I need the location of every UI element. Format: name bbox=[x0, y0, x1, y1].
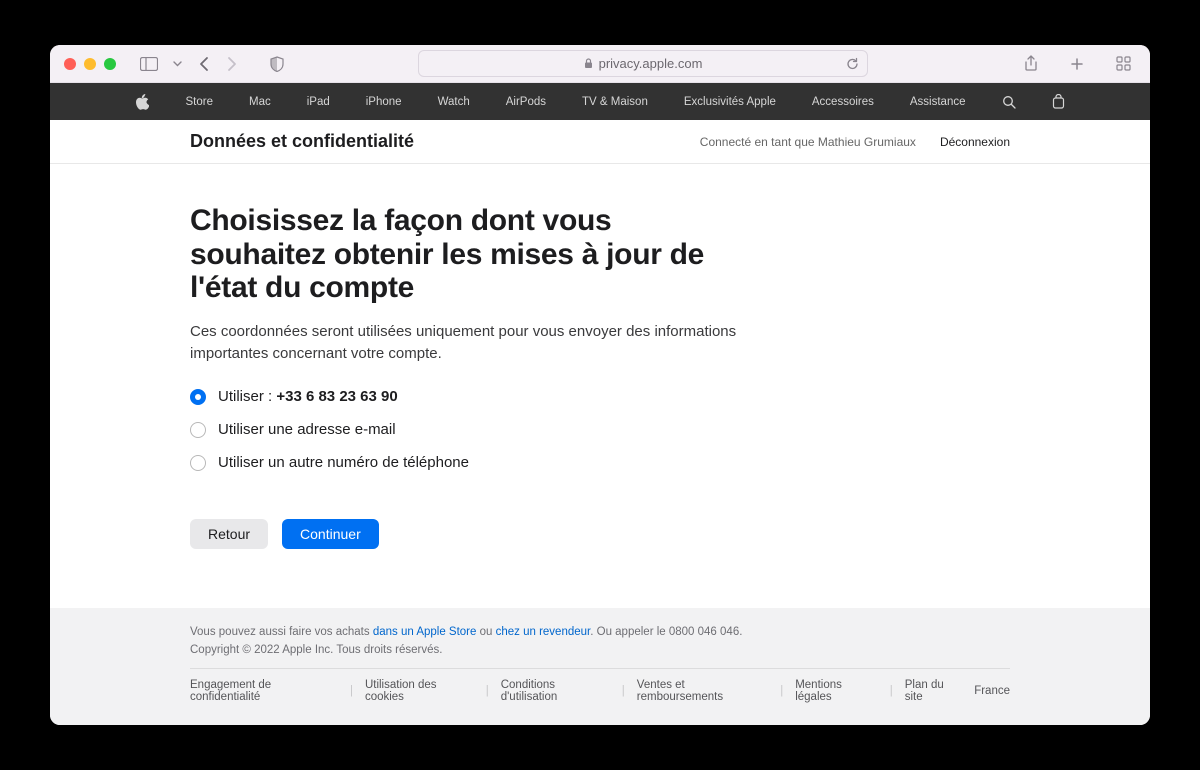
url-text: privacy.apple.com bbox=[599, 56, 703, 71]
radio-label: Utiliser : +33 6 83 23 63 90 bbox=[218, 388, 398, 405]
footer-copyright: Copyright © 2022 Apple Inc. Tous droits … bbox=[190, 644, 1010, 656]
back-button[interactable] bbox=[198, 56, 209, 72]
bag-icon[interactable] bbox=[1052, 94, 1065, 109]
window-controls bbox=[64, 58, 116, 70]
close-window-button[interactable] bbox=[64, 58, 76, 70]
footer-link-legal[interactable]: Mentions légales bbox=[795, 679, 878, 703]
nav-exclusives[interactable]: Exclusivités Apple bbox=[684, 96, 776, 108]
lock-icon bbox=[584, 58, 593, 69]
option-use-phone[interactable]: Utiliser : +33 6 83 23 63 90 bbox=[190, 388, 1010, 405]
main-subtext: Ces coordonnées seront utilisées uniquem… bbox=[190, 321, 750, 365]
local-header: Données et confidentialité Connecté en t… bbox=[50, 120, 1150, 164]
footer-link-sitemap[interactable]: Plan du site bbox=[905, 679, 962, 703]
nav-store[interactable]: Store bbox=[185, 96, 213, 108]
chevron-down-icon[interactable] bbox=[170, 53, 184, 75]
nav-support[interactable]: Assistance bbox=[910, 96, 966, 108]
tab-overview-icon[interactable] bbox=[1110, 53, 1136, 75]
main-content: Choisissez la façon dont vous souhaitez … bbox=[190, 164, 1010, 608]
search-icon[interactable] bbox=[1002, 95, 1016, 109]
footer-link-apple-store[interactable]: dans un Apple Store bbox=[373, 626, 477, 638]
option-use-email[interactable]: Utiliser une adresse e-mail bbox=[190, 421, 1010, 438]
footer-link-sales[interactable]: Ventes et remboursements bbox=[637, 679, 768, 703]
browser-window: privacy.apple.com Store Mac iPad bbox=[50, 45, 1150, 725]
radio-indicator bbox=[190, 422, 206, 438]
forward-button[interactable] bbox=[227, 56, 238, 72]
signout-link[interactable]: Déconnexion bbox=[940, 135, 1010, 149]
footer-shop-line: Vous pouvez aussi faire vos achats dans … bbox=[190, 626, 1010, 638]
privacy-shield-icon[interactable] bbox=[264, 53, 290, 75]
option-use-other-phone[interactable]: Utiliser un autre numéro de téléphone bbox=[190, 454, 1010, 471]
back-button-page[interactable]: Retour bbox=[190, 519, 268, 549]
minimize-window-button[interactable] bbox=[84, 58, 96, 70]
footer-link-terms[interactable]: Conditions d'utilisation bbox=[501, 679, 610, 703]
address-bar[interactable]: privacy.apple.com bbox=[418, 50, 868, 77]
share-icon[interactable] bbox=[1018, 53, 1044, 75]
nav-airpods[interactable]: AirPods bbox=[506, 96, 546, 108]
apple-logo-icon[interactable] bbox=[135, 94, 149, 110]
button-row: Retour Continuer bbox=[190, 519, 1010, 549]
footer-link-cookies[interactable]: Utilisation des cookies bbox=[365, 679, 474, 703]
continue-button[interactable]: Continuer bbox=[282, 519, 379, 549]
footer-link-reseller[interactable]: chez un revendeur bbox=[496, 626, 591, 638]
radio-label: Utiliser une adresse e-mail bbox=[218, 421, 396, 438]
sidebar-toggle-icon[interactable] bbox=[136, 53, 162, 75]
nav-accessories[interactable]: Accessoires bbox=[812, 96, 874, 108]
nav-iphone[interactable]: iPhone bbox=[366, 96, 402, 108]
radio-label: Utiliser un autre numéro de téléphone bbox=[218, 454, 469, 471]
apple-global-nav: Store Mac iPad iPhone Watch AirPods TV &… bbox=[50, 83, 1150, 120]
footer-link-privacy[interactable]: Engagement de confidentialité bbox=[190, 679, 338, 703]
connected-as-text: Connecté en tant que Mathieu Grumiaux bbox=[700, 135, 916, 149]
page-footer: Vous pouvez aussi faire vos achats dans … bbox=[50, 608, 1150, 725]
contact-options: Utiliser : +33 6 83 23 63 90 Utiliser un… bbox=[190, 388, 1010, 471]
main-heading: Choisissez la façon dont vous souhaitez … bbox=[190, 204, 750, 305]
nav-mac[interactable]: Mac bbox=[249, 96, 271, 108]
content-scroll: Choisissez la façon dont vous souhaitez … bbox=[50, 164, 1150, 725]
new-tab-icon[interactable] bbox=[1064, 53, 1090, 75]
nav-tv[interactable]: TV & Maison bbox=[582, 96, 648, 108]
browser-toolbar: privacy.apple.com bbox=[50, 45, 1150, 83]
reload-icon[interactable] bbox=[846, 57, 859, 71]
page-title: Données et confidentialité bbox=[190, 131, 414, 152]
footer-region[interactable]: France bbox=[974, 685, 1010, 697]
radio-indicator bbox=[190, 455, 206, 471]
maximize-window-button[interactable] bbox=[104, 58, 116, 70]
nav-watch[interactable]: Watch bbox=[438, 96, 470, 108]
radio-indicator bbox=[190, 389, 206, 405]
footer-links-row: Engagement de confidentialité| Utilisati… bbox=[190, 668, 1010, 703]
nav-ipad[interactable]: iPad bbox=[307, 96, 330, 108]
